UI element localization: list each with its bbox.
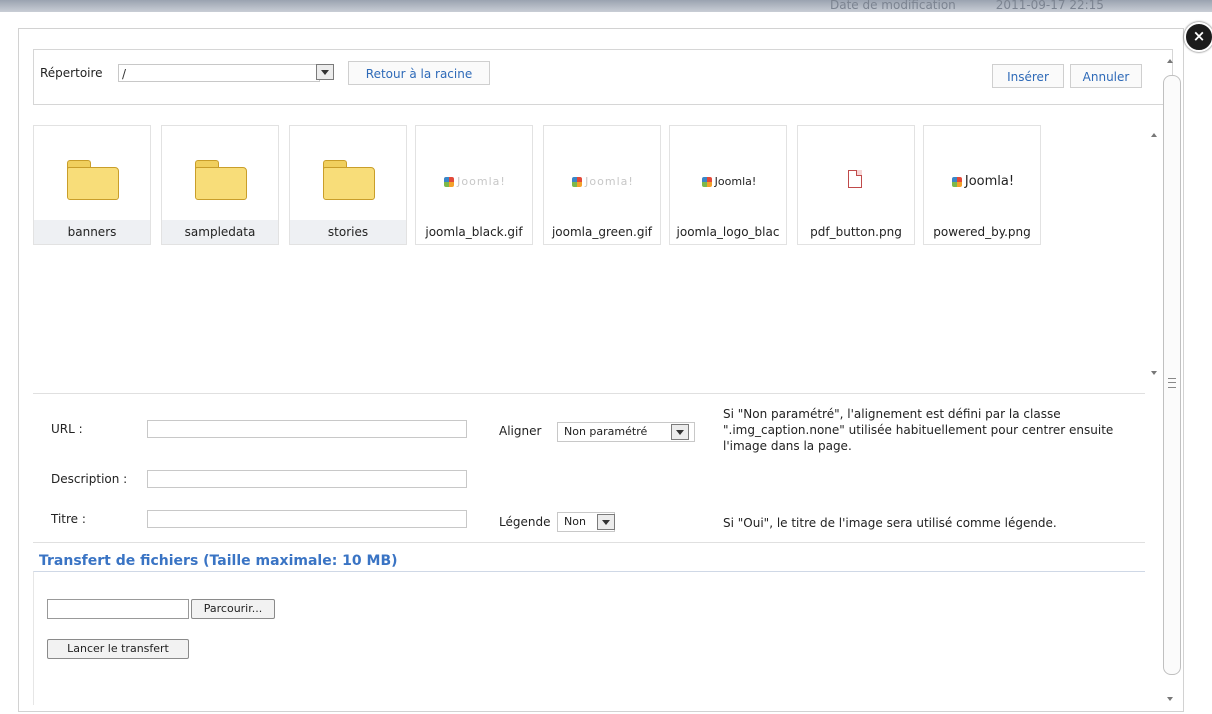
caption-dropdown-icon[interactable] — [597, 514, 615, 530]
browse-button[interactable]: Parcourir... — [191, 599, 275, 619]
file-joomla-logo-black[interactable]: Joomla! joomla_logo_blac — [669, 125, 787, 245]
file-browser: banners sampledata stories Joomla! jooml… — [33, 121, 1159, 383]
dialog-scrollbar[interactable] — [1163, 53, 1183, 713]
modified-label: Date de modification — [830, 0, 956, 12]
title-bar: Date de modification 2011-09-17 22:15 — [0, 0, 1212, 12]
title-label: Titre : — [51, 512, 86, 526]
file-pdf-button[interactable]: pdf_button.png — [797, 125, 915, 245]
file-browser-scrollbar[interactable] — [1147, 121, 1163, 383]
file-powered-by[interactable]: Joomla! powered_by.png — [923, 125, 1041, 245]
modified-column-header: Date de modification 2011-09-17 22:15 — [830, 0, 1104, 12]
caption-select-value: Non — [564, 515, 586, 528]
file-joomla-black[interactable]: Joomla! joomla_black.gif — [415, 125, 533, 245]
file-name: joomla_black.gif — [425, 225, 523, 239]
scroll-up-icon[interactable] — [1151, 133, 1157, 137]
image-thumbnail: Joomla! — [544, 158, 660, 208]
file-joomla-green[interactable]: Joomla! joomla_green.gif — [543, 125, 661, 245]
url-field[interactable] — [147, 420, 467, 438]
image-insert-modal: Répertoire / Retour à la racine Insérer … — [18, 28, 1184, 712]
insert-button[interactable]: Insérer — [992, 64, 1064, 88]
align-select-value: Non paramétré — [564, 425, 648, 438]
description-label: Description : — [51, 472, 128, 486]
upload-fieldset — [33, 571, 1145, 705]
image-thumbnail — [798, 158, 914, 208]
url-label: URL : — [51, 422, 83, 436]
file-name: banners — [34, 220, 150, 244]
description-field[interactable] — [147, 470, 467, 488]
start-upload-button[interactable]: Lancer le transfert — [47, 639, 189, 659]
file-name: pdf_button.png — [810, 225, 902, 239]
directory-toolbar: Répertoire / Retour à la racine Insérer … — [33, 49, 1173, 105]
modified-value: 2011-09-17 22:15 — [995, 0, 1104, 12]
upload-legend: Transfert de fichiers (Taille maximale: … — [37, 553, 400, 569]
joomla-logo-icon — [701, 177, 712, 187]
scroll-down-icon[interactable] — [1167, 697, 1173, 701]
pdf-icon — [848, 170, 862, 188]
image-thumbnail: Joomla! — [670, 158, 786, 208]
folder-icon — [290, 158, 406, 208]
image-thumbnail: Joomla! — [924, 158, 1040, 208]
scrollbar-thumb[interactable] — [1163, 75, 1181, 675]
file-name: powered_by.png — [933, 225, 1031, 239]
joomla-logo-icon — [444, 177, 455, 187]
close-icon[interactable]: × — [1184, 22, 1212, 52]
joomla-logo-icon — [951, 176, 962, 187]
directory-label: Répertoire — [40, 66, 103, 80]
folder-banners[interactable]: banners — [33, 125, 151, 245]
caption-label: Légende — [499, 515, 551, 529]
back-to-root-button[interactable]: Retour à la racine — [348, 61, 490, 85]
joomla-logo-icon — [572, 177, 583, 187]
title-field[interactable] — [147, 510, 467, 528]
align-label: Aligner — [499, 424, 542, 438]
folder-sampledata[interactable]: sampledata — [161, 125, 279, 245]
image-thumbnail: Joomla! — [416, 158, 532, 208]
file-upload-input[interactable] — [47, 599, 189, 619]
caption-help-text: Si "Oui", le titre de l'image sera utili… — [723, 516, 1057, 530]
file-name: joomla_logo_blac — [676, 225, 780, 239]
folder-stories[interactable]: stories — [289, 125, 407, 245]
file-name: sampledata — [162, 220, 278, 244]
cancel-button[interactable]: Annuler — [1070, 64, 1142, 88]
folder-icon — [162, 158, 278, 208]
grip-icon — [1168, 378, 1176, 388]
file-name: joomla_green.gif — [551, 225, 653, 239]
scroll-up-icon[interactable] — [1167, 59, 1173, 63]
align-help-text: Si "Non paramétré", l'alignement est déf… — [723, 407, 1114, 453]
directory-dropdown-icon[interactable] — [316, 64, 334, 80]
directory-select[interactable]: / — [118, 64, 320, 82]
align-dropdown-icon[interactable] — [671, 424, 689, 440]
file-name: stories — [290, 220, 406, 244]
image-properties-form: URL : Description : Titre : Aligner Non … — [33, 393, 1145, 543]
folder-icon — [34, 158, 150, 208]
scroll-down-icon[interactable] — [1151, 371, 1157, 375]
